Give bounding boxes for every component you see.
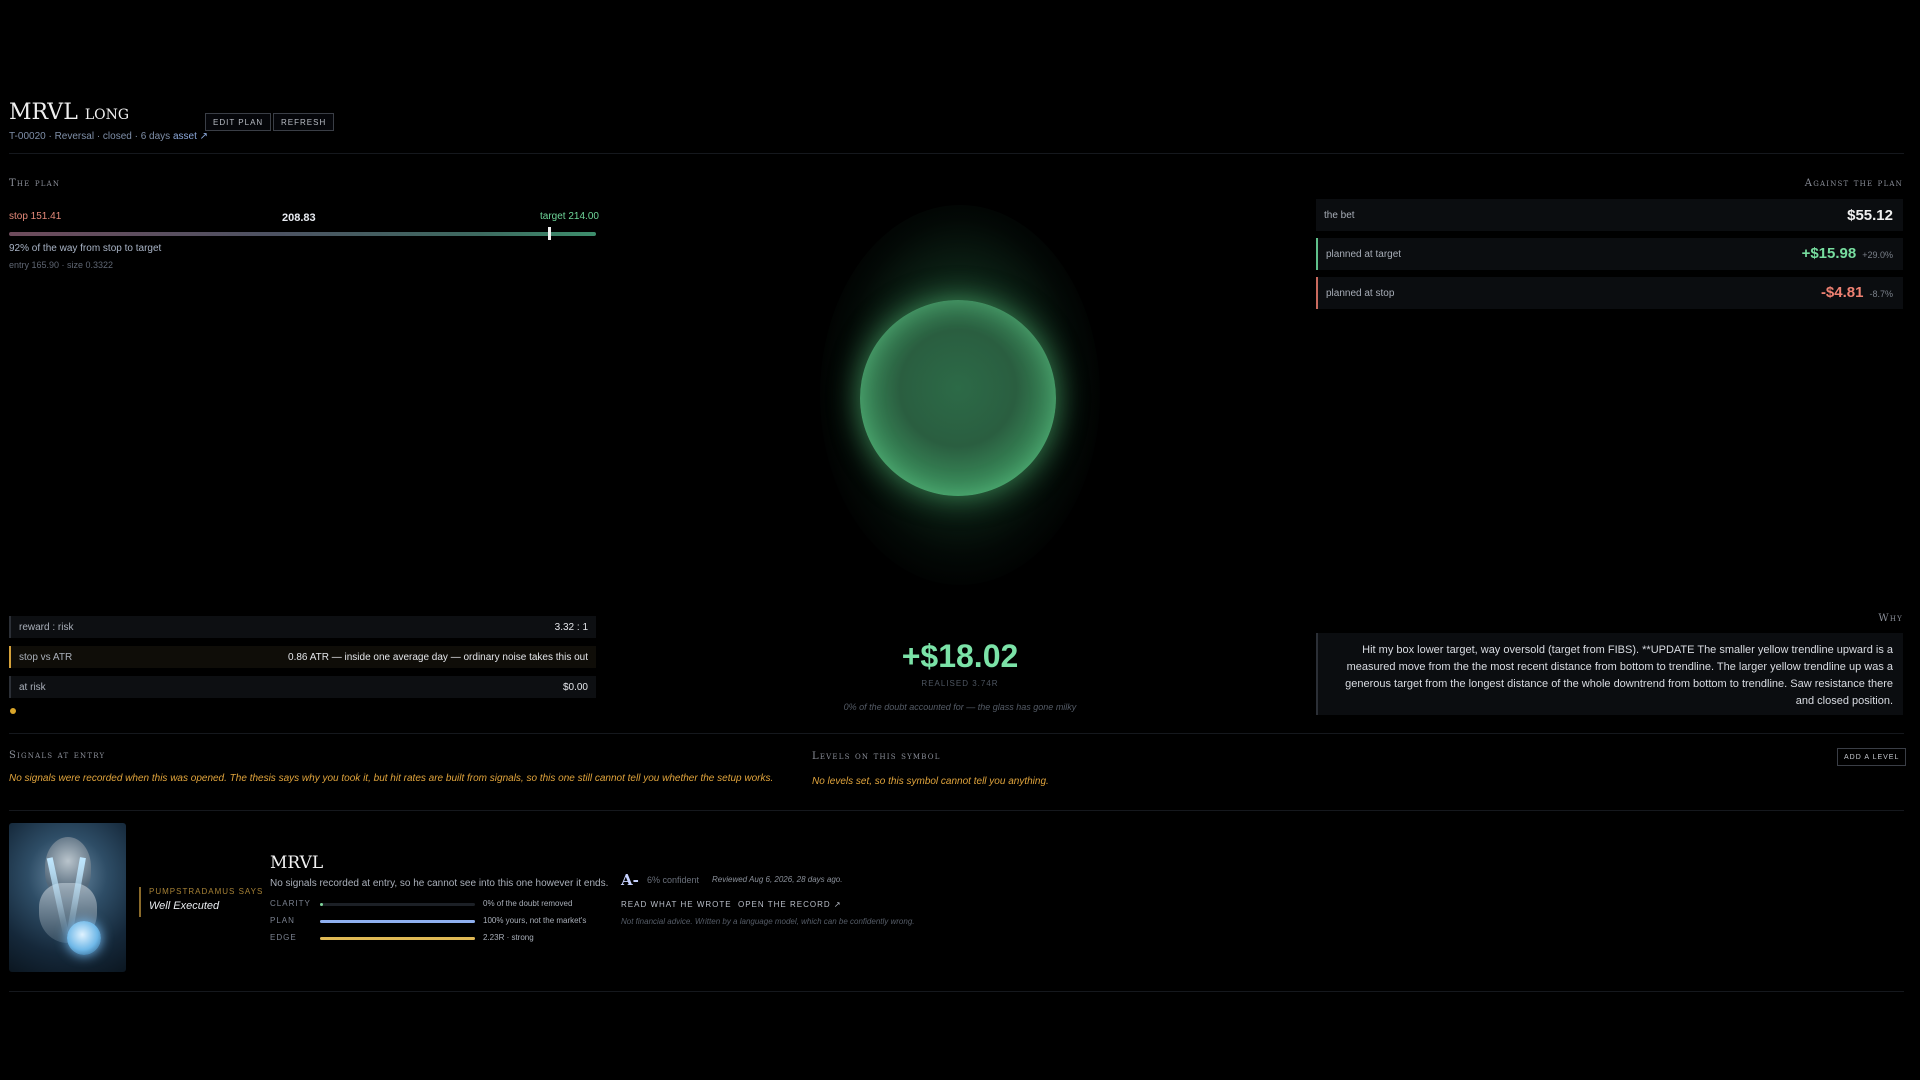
planned-stop-label: planned at stop <box>1326 287 1395 299</box>
meter-plan: Plan 100% yours, not the market's <box>270 916 600 928</box>
says-label: Pumpstradamus says <box>149 887 264 896</box>
meter-note: 100% yours, not the market's <box>483 916 587 925</box>
levels-heading: Levels on this symbol <box>812 751 941 762</box>
current-price: 208.83 <box>282 212 316 224</box>
card-title: MRVL <box>270 853 324 873</box>
symbol-label: MRVL <box>9 100 78 125</box>
meter-edge: Edge 2.23R · strong <box>270 933 600 945</box>
divider <box>9 153 1904 154</box>
entry-text: entry 165.90 · size 0.3322 <box>9 260 114 270</box>
meter-label: Edge <box>270 933 297 942</box>
page-title: MRVL long <box>9 100 208 125</box>
metric-value: 3.32 : 1 <box>554 621 588 633</box>
progress-text: 92% of the way from stop to target <box>9 243 162 254</box>
plan-heading: The plan <box>9 178 61 189</box>
planned-stop-value: -$4.81 <box>1820 284 1864 301</box>
stop-row: planned at stop -$4.81 -8.7% <box>1316 277 1903 309</box>
stop-label: stop 151.41 <box>9 211 62 222</box>
meter-label: Clarity <box>270 899 311 908</box>
meter-fill <box>320 937 475 940</box>
divider <box>9 991 1904 992</box>
asset-link[interactable]: asset ↗ <box>173 131 208 142</box>
verdict-text: Well Executed <box>149 900 220 912</box>
bet-row: the bet $55.12 <box>1316 199 1903 231</box>
planned-target-value: +$15.98 <box>1801 245 1857 262</box>
reviewed-text: Reviewed Aug 6, 2026, 28 days ago. <box>712 875 843 884</box>
bet-label: the bet <box>1324 209 1355 221</box>
refresh-button[interactable]: Refresh <box>273 113 335 131</box>
meter-clarity: Clarity 0% of the doubt removed <box>270 899 600 911</box>
realised-amount: +$18.02 <box>901 638 1019 674</box>
direction-label: long <box>84 100 130 124</box>
against-heading: Against the plan <box>1804 178 1903 189</box>
divider <box>9 810 1904 811</box>
plan-progress-bar <box>9 232 596 236</box>
edit-plan-button[interactable]: Edit plan <box>205 113 272 131</box>
trade-header: MRVL long T-00020 · Reversal · closed · … <box>9 100 208 142</box>
oracle-portrait <box>9 823 126 972</box>
metric-key: reward : risk <box>19 621 74 633</box>
meter-fill <box>320 903 324 906</box>
meter-fill <box>320 920 475 923</box>
confidence-text: 6% confident <box>647 875 700 885</box>
meter-label: Plan <box>270 916 295 925</box>
oracle-verdict: Pumpstradamus says Well Executed <box>139 887 263 917</box>
add-level-button[interactable]: Add a level <box>1837 748 1907 766</box>
meter-note: 2.23R · strong <box>483 933 534 942</box>
signals-heading: Signals at entry <box>9 750 106 761</box>
trade-subtitle: T-00020 · Reversal · closed · 6 days ass… <box>9 131 208 142</box>
disclaimer-text: Not financial advice. Written by a langu… <box>621 917 915 926</box>
divider <box>9 733 1904 734</box>
meter-track <box>320 903 475 906</box>
grade-badge: A- <box>621 871 639 889</box>
why-text: Hit my box lower target, way oversold (t… <box>1316 633 1903 715</box>
open-record-link[interactable]: Open the record ↗ <box>738 900 842 909</box>
metric-reward-risk: reward : risk 3.32 : 1 <box>9 616 596 638</box>
planned-target-label: planned at target <box>1326 248 1402 260</box>
read-what-he-wrote-link[interactable]: Read what he wrote <box>621 900 732 909</box>
target-label: target 214.00 <box>540 211 599 222</box>
meter-track <box>320 937 475 940</box>
planned-target-pct: +29.0% <box>1862 250 1893 260</box>
crystal-ball <box>820 205 1100 585</box>
signals-warning: No signals were recorded when this was o… <box>9 773 774 784</box>
levels-warning: No levels set, so this symbol cannot tel… <box>812 776 1049 787</box>
target-row: planned at target +$15.98 +29.0% <box>1316 238 1903 270</box>
meter-track <box>320 920 475 923</box>
why-heading: Why <box>1878 613 1903 624</box>
bet-value: $55.12 <box>1847 206 1893 224</box>
planned-stop-pct: -8.7% <box>1869 289 1893 299</box>
trade-meta: T-00020 · Reversal · closed · 6 days <box>9 131 171 142</box>
card-subtitle: No signals recorded at entry, so he cann… <box>270 878 609 889</box>
meter-note: 0% of the doubt removed <box>483 899 573 908</box>
current-price-marker <box>548 227 552 240</box>
orb-sphere <box>860 300 1056 496</box>
portrait-crystal-ball <box>67 921 101 955</box>
